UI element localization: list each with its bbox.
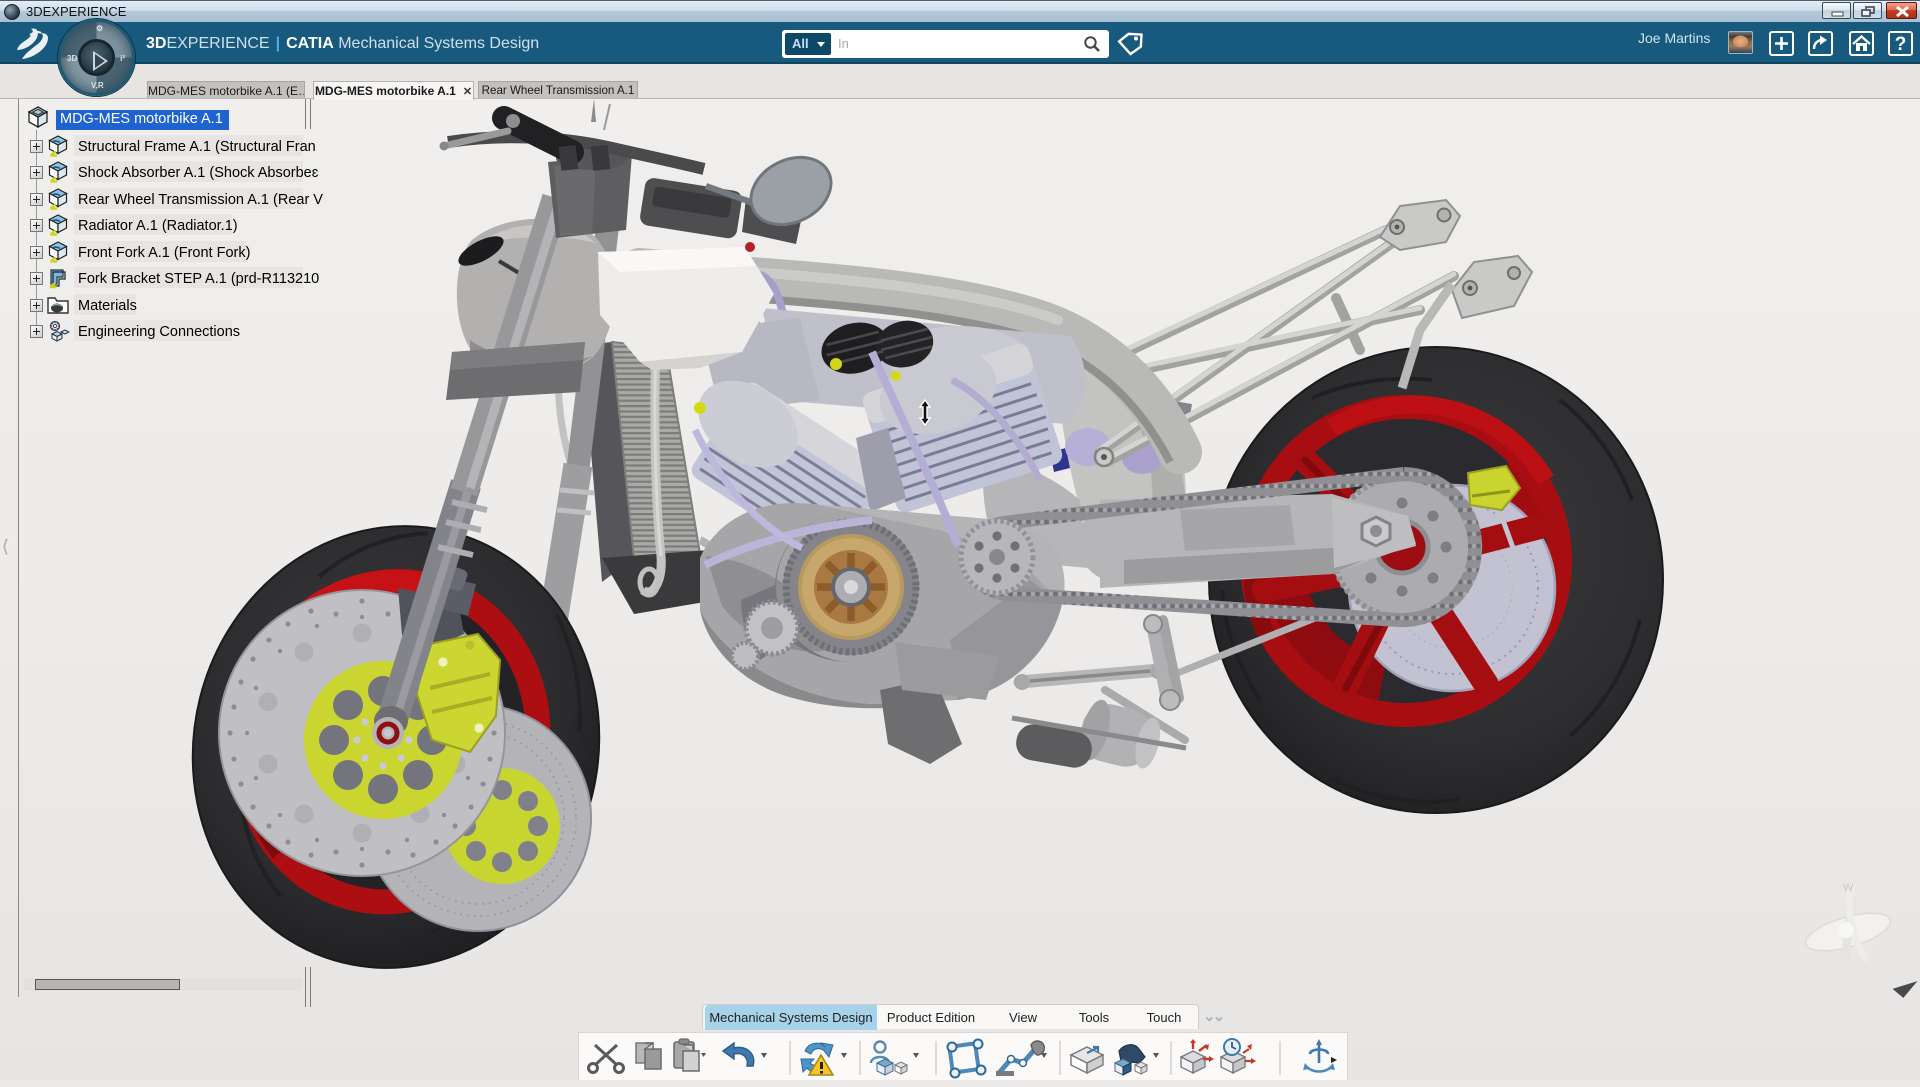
svg-text:W: W <box>1843 882 1854 894</box>
